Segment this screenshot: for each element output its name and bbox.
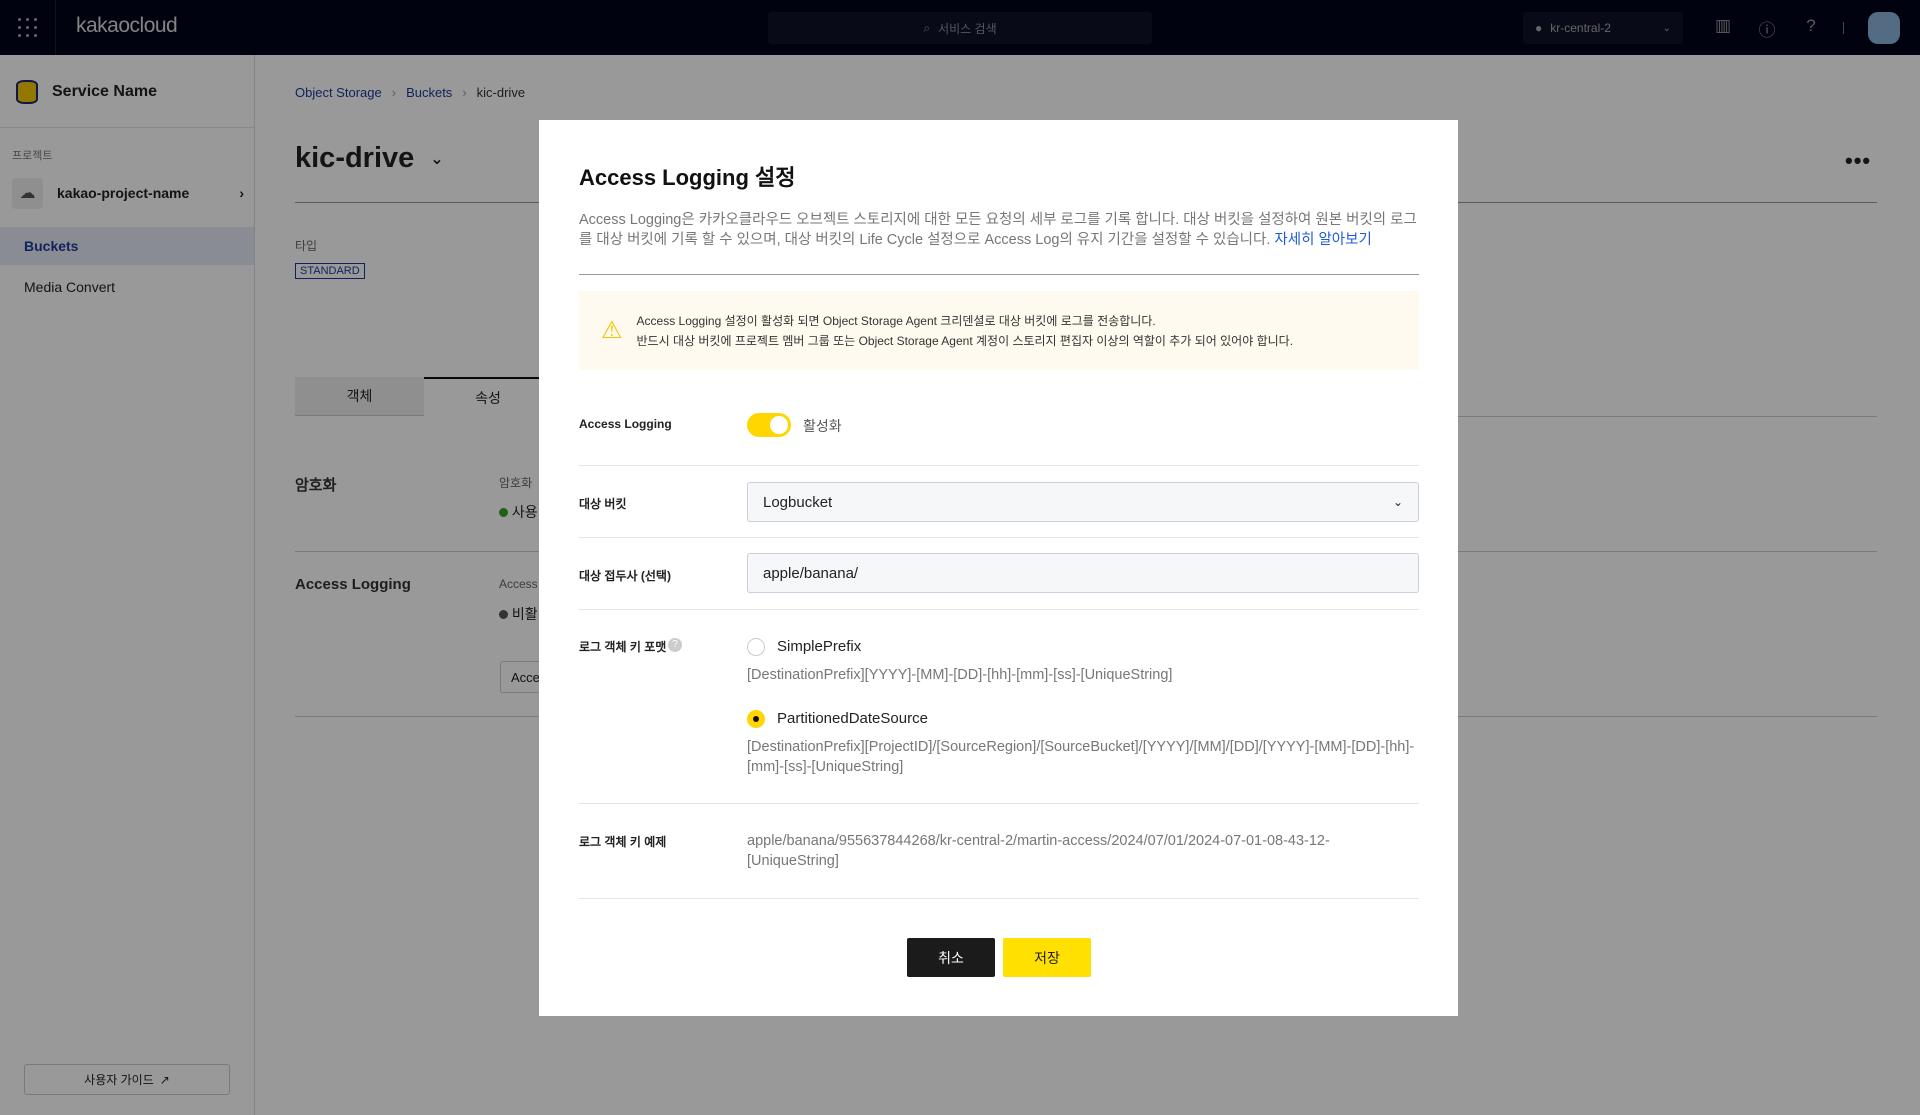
access-logging-modal: Access Logging 설정 Access Logging은 카카오클라우… (539, 120, 1458, 1016)
modal-description: Access Logging은 카카오클라우드 오브젝트 스토리지에 대한 모든… (579, 210, 1419, 250)
access-logging-field-label: Access Logging (579, 417, 672, 431)
select-value: Logbucket (763, 493, 833, 511)
partitioneddatesource-desc: [DestinationPrefix][ProjectID]/[SourceRe… (747, 739, 1415, 775)
target-bucket-select[interactable]: Logbucket ⌄ (747, 482, 1419, 522)
cancel-button[interactable]: 취소 (907, 938, 995, 977)
modal-title: Access Logging 설정 (579, 165, 796, 190)
save-button[interactable]: 저장 (1003, 938, 1091, 977)
target-prefix-input[interactable]: apple/banana/ (747, 553, 1419, 593)
key-example-value: apple/banana/955637844268/kr-central-2/m… (747, 833, 1330, 869)
warning-box: ⚠ Access Logging 설정이 활성화 되면 Object Stora… (579, 291, 1419, 370)
divider (579, 898, 1419, 899)
divider (579, 537, 1419, 538)
divider (579, 803, 1419, 804)
partitioneddatesource-radio[interactable] (747, 710, 765, 728)
toggle-label: 활성화 (803, 418, 842, 434)
target-prefix-label: 대상 접두사 (선택) (579, 569, 671, 583)
warning-line: 반드시 대상 버킷에 프로젝트 멤버 그룹 또는 Object Storage … (636, 333, 1294, 348)
divider (579, 274, 1419, 275)
simpleprefix-desc: [DestinationPrefix][YYYY]-[MM]-[DD]-[hh]… (747, 667, 1173, 683)
access-logging-toggle[interactable] (747, 413, 791, 437)
divider (579, 609, 1419, 610)
warning-line: Access Logging 설정이 활성화 되면 Object Storage… (636, 313, 1156, 328)
target-bucket-label: 대상 버킷 (579, 497, 627, 511)
partitioneddatesource-label[interactable]: PartitionedDateSource (777, 710, 928, 727)
learn-more-link[interactable]: 자세히 알아보기 (1274, 232, 1371, 248)
divider (579, 465, 1419, 466)
warning-icon: ⚠ (601, 317, 623, 344)
key-example-label: 로그 객체 키 예제 (579, 835, 667, 849)
help-icon[interactable]: ? (668, 638, 682, 652)
chevron-down-icon: ⌄ (1392, 495, 1403, 509)
key-format-label: 로그 객체 키 포맷 (579, 640, 667, 654)
simpleprefix-radio[interactable] (747, 638, 765, 656)
simpleprefix-label[interactable]: SimplePrefix (777, 638, 861, 655)
